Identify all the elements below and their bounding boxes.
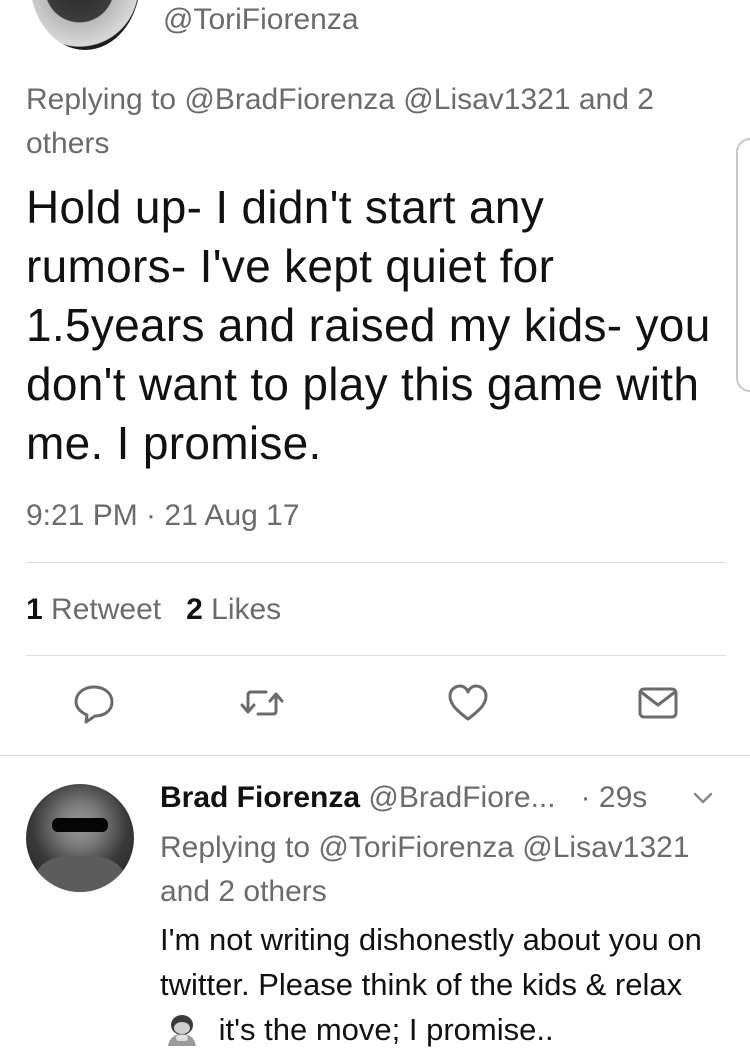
reply-author-avatar[interactable] (26, 784, 134, 892)
retweet-count: 1 (26, 593, 43, 626)
replying-to-text[interactable]: Replying to @BradFiorenza @Lisav1321 and… (26, 78, 716, 166)
retweet-stat[interactable]: 1 Retweet (26, 593, 161, 626)
divider (26, 562, 726, 563)
divider (0, 755, 750, 756)
like-label: Likes (211, 593, 282, 626)
reply-header: Brad Fiorenza @BradFiore... · 29s (160, 778, 647, 818)
avatar-shirt (36, 856, 124, 892)
reply-author-handle[interactable]: @BradFiore... (368, 781, 555, 814)
reply-author-name[interactable]: Brad Fiorenza (160, 781, 360, 814)
retweet-button[interactable] (240, 681, 284, 725)
like-count: 2 (186, 593, 203, 626)
author-avatar[interactable] (30, 0, 140, 50)
avatar-sunglasses (52, 818, 108, 832)
reply-time: · 29s (580, 781, 648, 814)
tweet-timestamp: 9:21 PM · 21 Aug 17 (26, 499, 300, 532)
direct-message-button[interactable] (636, 681, 680, 725)
reply-text: I'm not writing dishonestly about you on… (160, 917, 735, 1052)
reply-button[interactable] (72, 681, 116, 725)
heart-icon (448, 684, 488, 721)
tweet-stats: 1 Retweet 2 Likes (26, 590, 281, 630)
retweet-icon (240, 690, 284, 716)
envelope-icon (638, 687, 678, 719)
person-bowing-emoji (164, 1012, 200, 1046)
retweet-label: Retweet (51, 593, 162, 626)
tweet-text: Hold up- I didn't start any rumors- I've… (26, 181, 711, 469)
reply-text-part1: I'm not writing dishonestly about you on… (160, 922, 702, 1002)
author-handle[interactable]: @ToriFiorenza (163, 0, 359, 40)
scrollbar[interactable] (736, 138, 750, 392)
like-stat[interactable]: 2 Likes (186, 593, 281, 626)
chevron-down-icon[interactable] (692, 790, 714, 806)
reply-bubble-icon (74, 685, 114, 724)
reply-replying-to[interactable]: Replying to @ToriFiorenza @Lisav1321 and… (160, 826, 720, 914)
like-button[interactable] (446, 681, 490, 725)
divider (26, 655, 726, 656)
reply-text-part2: it's the move; I promise.. (218, 1012, 554, 1047)
